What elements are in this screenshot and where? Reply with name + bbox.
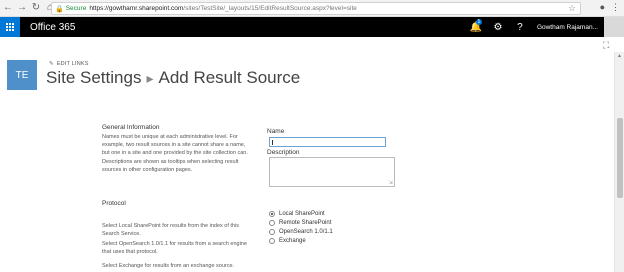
forward-icon[interactable]: → bbox=[16, 2, 28, 14]
radio-label: Remote SharePoint bbox=[279, 220, 332, 226]
back-icon[interactable]: ← bbox=[2, 2, 14, 14]
radio-button[interactable] bbox=[269, 220, 275, 226]
name-field[interactable] bbox=[269, 137, 386, 147]
radio-label: OpenSearch 1.0/1.1 bbox=[279, 229, 333, 235]
breadcrumb-site-settings[interactable]: Site Settings bbox=[46, 68, 141, 87]
menu-kebab-icon[interactable]: ⋮ bbox=[611, 2, 620, 13]
app-launcher-icon[interactable] bbox=[0, 17, 20, 37]
radio-opensearch[interactable]: OpenSearch 1.0/1.1 bbox=[269, 229, 333, 235]
scroll-thumb[interactable] bbox=[617, 118, 623, 198]
description-field[interactable]: ⇲ bbox=[269, 157, 395, 187]
notifications-bell-icon[interactable]: 🔔 1 bbox=[465, 17, 487, 37]
protocol-desc-exchange: Select Exchange for results from an exch… bbox=[102, 263, 235, 269]
settings-gear-icon[interactable]: ⚙ bbox=[487, 17, 509, 37]
bookmark-star-icon[interactable]: ☆ bbox=[568, 3, 576, 14]
user-name[interactable]: Gowtham Rajaman... bbox=[531, 24, 604, 31]
suite-app-title[interactable]: Office 365 bbox=[30, 22, 75, 33]
lock-icon: 🔒 bbox=[55, 5, 64, 13]
url-host: https://gowthamr.sharepoint.com bbox=[89, 5, 184, 12]
notification-badge: 1 bbox=[475, 19, 482, 25]
reload-icon[interactable]: ↻ bbox=[30, 2, 42, 14]
focus-mode-icon[interactable]: ⛶ bbox=[603, 41, 612, 50]
radio-label: Exchange bbox=[279, 238, 306, 244]
text-caret bbox=[272, 140, 273, 145]
radio-button[interactable] bbox=[269, 229, 275, 235]
scroll-up-arrow-icon[interactable]: ▲ bbox=[617, 53, 622, 59]
site-logo[interactable]: TE bbox=[7, 60, 37, 90]
radio-button[interactable] bbox=[269, 238, 275, 244]
breadcrumb-separator-icon: ▸ bbox=[146, 70, 154, 86]
help-icon[interactable]: ? bbox=[509, 17, 531, 37]
protocol-desc-local: Select Local SharePoint for results from… bbox=[102, 223, 239, 237]
radio-label: Local SharePoint bbox=[279, 211, 325, 217]
radio-exchange[interactable]: Exchange bbox=[269, 238, 306, 244]
page-scrollbar[interactable]: ▲ bbox=[614, 52, 624, 272]
secure-label: Secure bbox=[65, 5, 87, 12]
description-label: Description bbox=[267, 149, 300, 156]
general-info-desc-names: Names must be unique at each administrat… bbox=[102, 134, 248, 156]
avatar[interactable] bbox=[604, 17, 624, 37]
general-info-heading: General Information bbox=[102, 124, 160, 131]
protocol-heading: Protocol bbox=[102, 200, 126, 207]
extension-icon[interactable]: ● bbox=[600, 2, 605, 13]
url-path: /sites/TestSite/_layouts/15/EditResultSo… bbox=[183, 5, 357, 12]
name-label: Name bbox=[267, 128, 285, 135]
address-bar[interactable]: 🔒 Secure https://gowthamr.sharepoint.com… bbox=[51, 2, 581, 15]
protocol-desc-opensearch: Select OpenSearch 1.0/1.1 for results fr… bbox=[102, 241, 247, 255]
breadcrumb-current: Add Result Source bbox=[158, 68, 301, 87]
page-title: Site Settings ▸ Add Result Source bbox=[46, 68, 300, 88]
pencil-icon: ✎ bbox=[49, 61, 54, 67]
radio-local-sharepoint[interactable]: Local SharePoint bbox=[269, 211, 325, 217]
radio-remote-sharepoint[interactable]: Remote SharePoint bbox=[269, 220, 331, 226]
office-suite-bar: Office 365 🔔 1 ⚙ ? Gowtham Rajaman... bbox=[0, 17, 624, 37]
general-info-desc-descriptions: Descriptions are shown as tooltips when … bbox=[102, 159, 239, 173]
edit-links-link[interactable]: ✎ EDIT LINKS bbox=[49, 61, 89, 67]
edit-links-label: EDIT LINKS bbox=[56, 61, 89, 67]
resize-handle-icon[interactable]: ⇲ bbox=[389, 181, 393, 186]
radio-button-checked[interactable] bbox=[269, 211, 275, 217]
browser-toolbar: ← → ↻ ⌂ 🔒 Secure https://gowthamr.sharep… bbox=[0, 0, 624, 17]
